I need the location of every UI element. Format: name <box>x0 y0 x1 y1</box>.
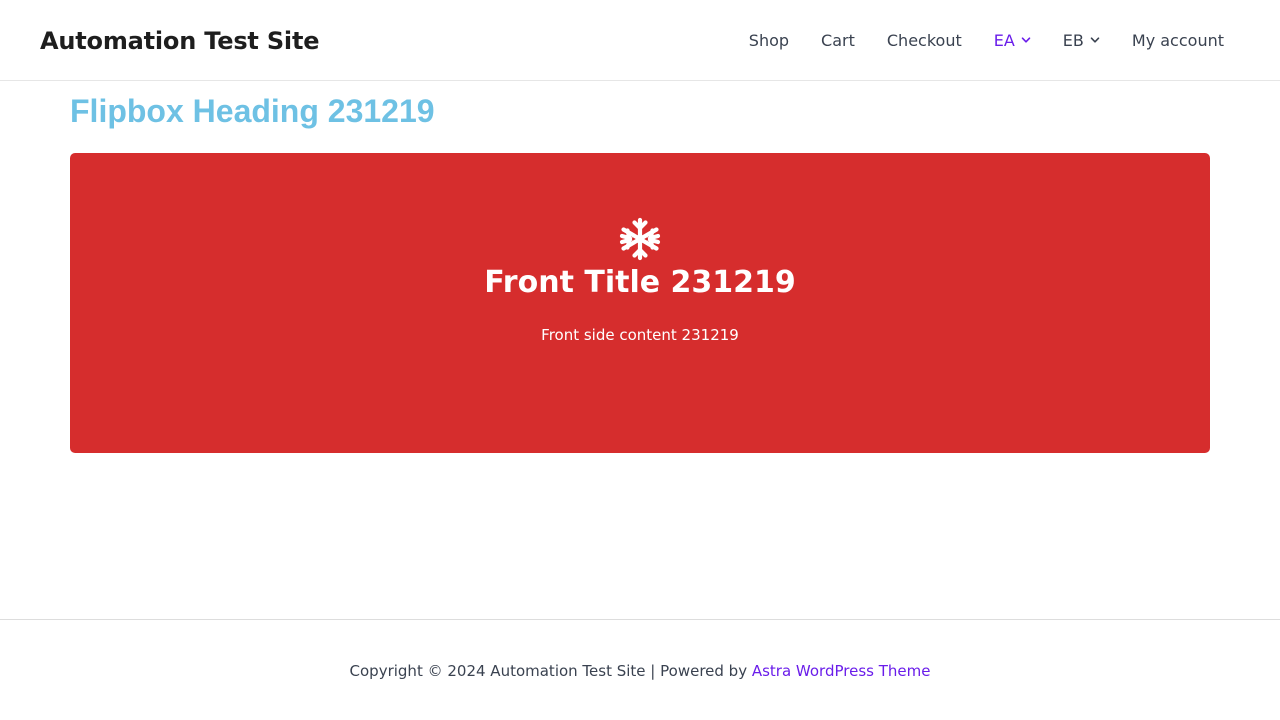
nav-item-label: Shop <box>748 30 790 50</box>
site-footer: Copyright © 2024 Automation Test Site | … <box>0 619 1280 720</box>
nav-item-label: EB <box>1062 30 1084 50</box>
nav-item-label: EA <box>993 30 1015 50</box>
snowflake-icon <box>619 217 661 261</box>
site-header: Automation Test Site Shop Cart Checkout … <box>0 0 1280 81</box>
nav-item-label: Checkout <box>886 30 962 50</box>
flipbox-front-title: Front Title 231219 <box>484 265 796 300</box>
theme-link[interactable]: Astra WordPress Theme <box>752 662 931 680</box>
flipbox-front-content: Front side content 231219 <box>541 326 739 344</box>
chevron-down-icon[interactable] <box>1090 35 1100 45</box>
nav-item-cart[interactable]: Cart <box>805 0 871 80</box>
copyright-text: Copyright © 2024 Automation Test Site | … <box>349 662 752 680</box>
page-title: Flipbox Heading 231219 <box>70 93 435 129</box>
nav-item-eb[interactable]: EB <box>1047 0 1116 80</box>
flipbox-front[interactable]: Front Title 231219 Front side content 23… <box>70 153 1210 453</box>
nav-item-my-account[interactable]: My account <box>1116 0 1240 80</box>
nav-item-shop[interactable]: Shop <box>733 0 805 80</box>
nav-item-label: My account <box>1131 30 1224 50</box>
nav-item-ea[interactable]: EA <box>978 0 1047 80</box>
nav-item-checkout[interactable]: Checkout <box>871 0 978 80</box>
footer-copyright: Copyright © 2024 Automation Test Site | … <box>0 660 1280 682</box>
chevron-down-icon[interactable] <box>1021 35 1031 45</box>
site-title-link[interactable]: Automation Test Site <box>40 24 319 58</box>
nav-item-label: Cart <box>821 30 855 50</box>
main-navigation: Shop Cart Checkout EA EB My account <box>733 0 1240 80</box>
